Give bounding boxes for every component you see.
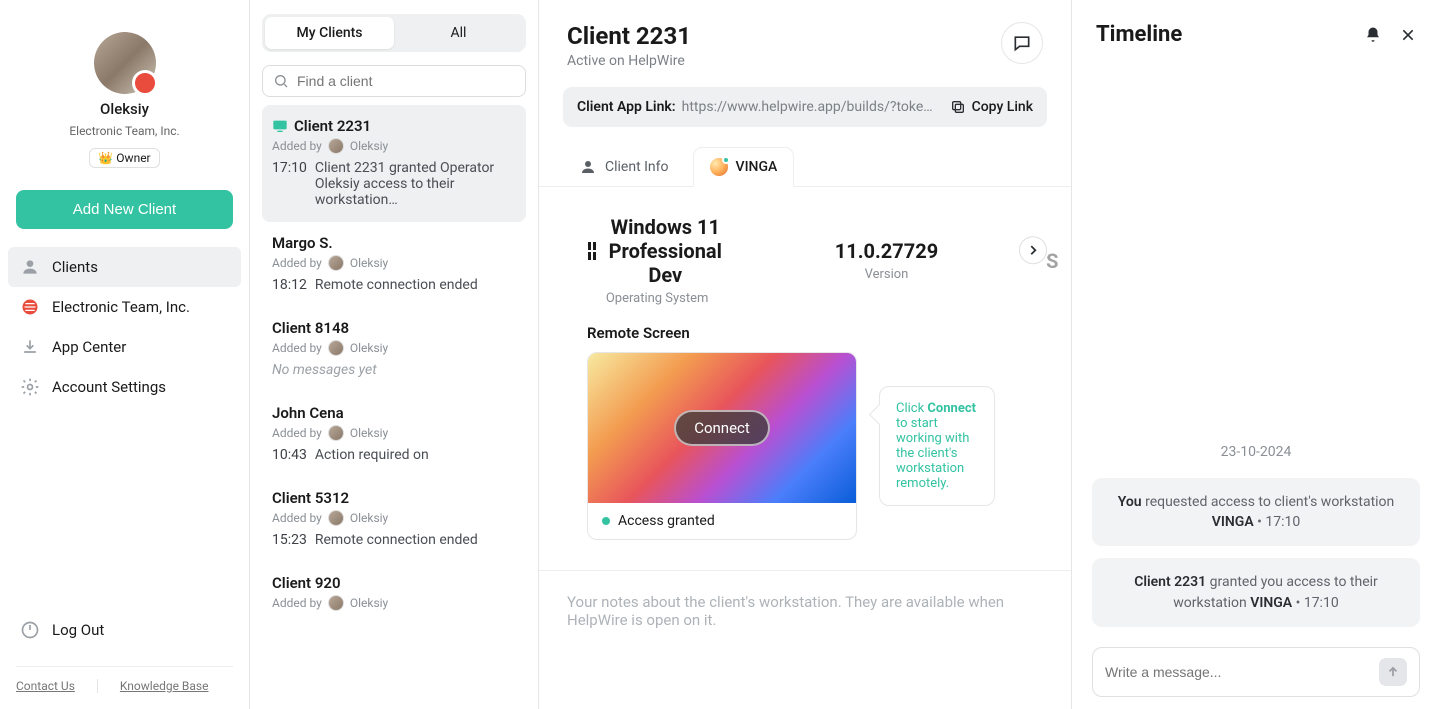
tab-client-info[interactable]: Client Info [563, 147, 685, 186]
client-title: John Cena [272, 404, 344, 422]
owner-name: Oleksiy [100, 100, 149, 118]
chat-button[interactable] [1001, 22, 1043, 64]
timeline-event: You requested access to client's worksta… [1092, 478, 1420, 547]
search-input[interactable] [297, 73, 515, 89]
next-info: S [1046, 249, 1058, 273]
gear-icon [20, 377, 40, 397]
tab-all[interactable]: All [394, 17, 523, 49]
sidebar-item-settings[interactable]: Account Settings [0, 367, 249, 407]
team-name: Electronic Team, Inc. [69, 124, 179, 138]
timeline-event: Client 2231 granted you access to their … [1092, 558, 1420, 627]
client-list-item[interactable]: Client 920 Added byOleksiy [262, 562, 526, 625]
close-icon[interactable] [1400, 27, 1416, 43]
client-title: Client 920 [272, 574, 341, 592]
chat-icon [1012, 33, 1032, 53]
windows-icon [588, 242, 596, 260]
client-list-item[interactable]: Client 8148 Added byOleksiy No messages … [262, 307, 526, 392]
clients-panel: My Clients All Client 2231 Added byOleks… [250, 0, 539, 709]
sidebar-item-label: App Center [52, 338, 126, 356]
clients-tabs: My Clients All [262, 14, 526, 52]
tab-my-clients[interactable]: My Clients [265, 17, 394, 49]
client-list-item[interactable]: Client 2231 Added byOleksiy 17:10Client … [262, 105, 526, 222]
workstation-icon [710, 158, 728, 176]
os-name: Windows 11 Professional Dev [588, 215, 727, 287]
link-label: Client App Link: [577, 99, 676, 115]
avatar[interactable] [94, 32, 156, 94]
client-list-item[interactable]: Margo S. Added byOleksiy 18:12Remote con… [262, 222, 526, 307]
add-new-client-button[interactable]: Add New Client [16, 190, 233, 229]
download-icon [20, 337, 40, 357]
copy-icon [950, 99, 966, 115]
arrow-up-icon [1386, 665, 1400, 679]
send-button[interactable] [1379, 658, 1407, 686]
status-text: Access granted [618, 513, 715, 529]
status-dot-icon [602, 517, 610, 525]
mini-avatar-icon [328, 595, 344, 611]
divider [97, 679, 98, 693]
version-label: Version [835, 267, 938, 282]
sidebar-item-org[interactable]: Electronic Team, Inc. [0, 287, 249, 327]
person-icon [20, 257, 40, 277]
remote-screen-card: Connect Access granted [587, 352, 857, 540]
connect-button[interactable]: Connect [674, 410, 770, 446]
mini-avatar-icon [328, 138, 344, 154]
logout-button[interactable]: Log Out [0, 610, 249, 650]
client-title: Client 2231 [294, 117, 371, 135]
owner-badge: 👑 Owner [89, 148, 159, 168]
knowledge-base-link[interactable]: Knowledge Base [120, 679, 209, 693]
page-subtitle: Active on HelpWire [567, 53, 691, 69]
sidebar-item-label: Clients [52, 258, 98, 276]
chevron-right-icon [1026, 243, 1040, 257]
person-icon [579, 158, 597, 176]
link-url: https://www.helpwire.app/builds/?toke… [682, 99, 933, 115]
compose-message[interactable] [1092, 647, 1420, 697]
mini-avatar-icon [328, 425, 344, 441]
os-label: Operating System [588, 291, 727, 306]
mini-avatar-icon [328, 255, 344, 271]
remote-screen-preview[interactable]: Connect [588, 353, 856, 503]
sidebar-item-clients[interactable]: Clients [8, 247, 241, 287]
main-panel: Client 2231 Active on HelpWire Client Ap… [539, 0, 1072, 709]
sidebar: Oleksiy Electronic Team, Inc. 👑 Owner Ad… [0, 0, 250, 709]
org-icon [20, 297, 40, 317]
search-icon [273, 73, 289, 89]
timeline-title: Timeline [1096, 22, 1182, 47]
timeline-panel: Timeline 23-10-2024 You requested access… [1072, 0, 1440, 709]
client-list-item[interactable]: John Cena Added byOleksiy 10:43Action re… [262, 392, 526, 477]
copy-link-button[interactable]: Copy Link [950, 99, 1033, 115]
sidebar-item-label: Account Settings [52, 378, 166, 396]
timeline-date: 23-10-2024 [1092, 444, 1420, 460]
client-title: Client 8148 [272, 319, 349, 337]
client-title: Client 5312 [272, 489, 349, 507]
message-input[interactable] [1105, 664, 1371, 680]
sidebar-item-appcenter[interactable]: App Center [0, 327, 249, 367]
client-title: Margo S. [272, 234, 333, 252]
logout-icon [20, 620, 40, 640]
mini-avatar-icon [328, 340, 344, 356]
contact-us-link[interactable]: Contact Us [16, 679, 75, 693]
page-title: Client 2231 [567, 22, 691, 50]
logout-label: Log Out [52, 621, 104, 639]
notes-placeholder[interactable]: Your notes about the client's workstatio… [539, 570, 1071, 651]
client-list-item[interactable]: Client 5312 Added byOleksiy 15:23Remote … [262, 477, 526, 562]
monitor-icon [272, 119, 288, 133]
next-info-button[interactable] [1019, 236, 1047, 264]
connect-tip: Click Connect to start working with the … [879, 386, 995, 506]
version-value: 11.0.27729 [835, 239, 938, 263]
tab-vinga[interactable]: VINGA [693, 147, 795, 187]
bell-icon[interactable] [1364, 26, 1382, 44]
mini-avatar-icon [328, 510, 344, 526]
search-input-wrap[interactable] [262, 65, 526, 97]
client-app-link-row: Client App Link: https://www.helpwire.ap… [563, 87, 1047, 127]
remote-screen-heading: Remote Screen [587, 324, 1023, 342]
sidebar-item-label: Electronic Team, Inc. [52, 298, 190, 316]
